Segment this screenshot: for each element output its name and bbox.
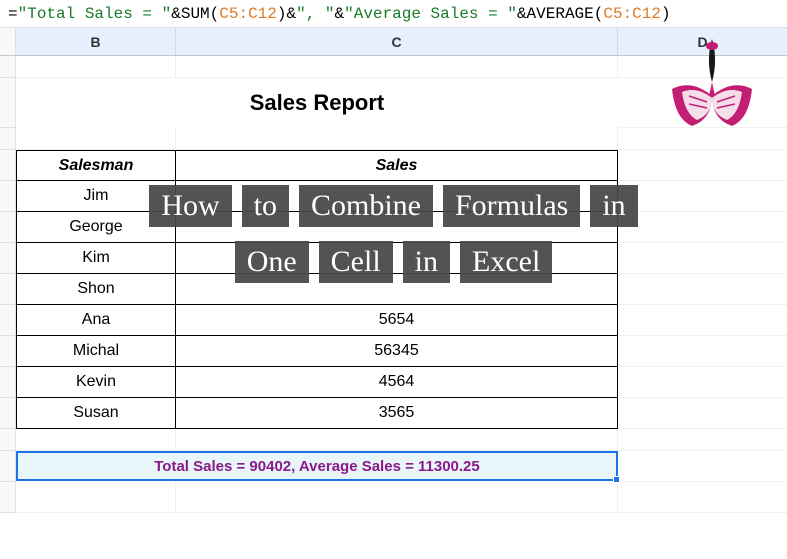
- formula-close2: ): [661, 5, 671, 23]
- formula-range1: C5:C12: [219, 5, 277, 23]
- sales-cell[interactable]: 5654: [176, 305, 618, 336]
- row-gutter: [0, 305, 16, 336]
- salesman-cell[interactable]: Kevin: [16, 367, 176, 398]
- formula-str2: ", ": [296, 5, 334, 23]
- row-gutter: [0, 274, 16, 305]
- cell[interactable]: [618, 150, 787, 181]
- salesman-cell[interactable]: Ana: [16, 305, 176, 336]
- row-gutter: [0, 336, 16, 367]
- cell[interactable]: [618, 305, 787, 336]
- sales-cell[interactable]: 3565: [176, 398, 618, 429]
- cell[interactable]: [618, 274, 787, 305]
- sales-cell[interactable]: [176, 243, 618, 274]
- formula-func-sum: SUM: [181, 5, 210, 23]
- row-gutter: [0, 181, 16, 212]
- row-gutter: [0, 56, 16, 78]
- cell[interactable]: [618, 429, 787, 451]
- salesman-cell[interactable]: Jim: [16, 181, 176, 212]
- formula-amp4: &: [517, 5, 527, 23]
- row-gutter: [0, 482, 16, 513]
- formula-bar[interactable]: = "Total Sales = " & SUM ( C5:C12 ) & ",…: [0, 0, 787, 28]
- fill-handle-icon[interactable]: [613, 476, 620, 483]
- col-gutter: [0, 28, 16, 55]
- table-header-sales[interactable]: Sales: [176, 150, 618, 181]
- sales-cell[interactable]: [176, 181, 618, 212]
- cell[interactable]: [16, 429, 176, 451]
- formula-open1: (: [210, 5, 220, 23]
- cell[interactable]: [618, 482, 787, 513]
- formula-amp1: &: [171, 5, 181, 23]
- cell[interactable]: [16, 56, 176, 78]
- row-gutter: [0, 451, 16, 482]
- salesman-cell[interactable]: Kim: [16, 243, 176, 274]
- cell[interactable]: [16, 482, 176, 513]
- row-gutter: [0, 78, 16, 128]
- formula-close1: ): [277, 5, 287, 23]
- sales-cell[interactable]: 4564: [176, 367, 618, 398]
- sales-cell[interactable]: [176, 274, 618, 305]
- col-header-b[interactable]: B: [16, 28, 176, 55]
- formula-str1: "Total Sales = ": [18, 5, 172, 23]
- logo-icon: [657, 34, 767, 134]
- cell[interactable]: [618, 181, 787, 212]
- cell[interactable]: [176, 128, 618, 150]
- cell[interactable]: [176, 56, 618, 78]
- salesman-cell[interactable]: Michal: [16, 336, 176, 367]
- sales-cell[interactable]: [176, 212, 618, 243]
- formula-amp2: &: [286, 5, 296, 23]
- formula-func-average: AVERAGE: [527, 5, 594, 23]
- row-gutter: [0, 212, 16, 243]
- cell[interactable]: [16, 128, 176, 150]
- cell[interactable]: [176, 429, 618, 451]
- formula-amp3: &: [335, 5, 345, 23]
- cell[interactable]: [618, 212, 787, 243]
- cell[interactable]: [176, 482, 618, 513]
- row-gutter: [0, 367, 16, 398]
- row-gutter: [0, 150, 16, 181]
- cell[interactable]: [618, 336, 787, 367]
- cell[interactable]: [618, 367, 787, 398]
- result-text: Total Sales = 90402, Average Sales = 113…: [154, 458, 480, 475]
- salesman-cell[interactable]: George: [16, 212, 176, 243]
- table-header-salesman[interactable]: Salesman: [16, 150, 176, 181]
- cell[interactable]: [618, 451, 787, 482]
- result-cell[interactable]: Total Sales = 90402, Average Sales = 113…: [16, 451, 618, 481]
- row-gutter: [0, 429, 16, 451]
- sales-cell[interactable]: 56345: [176, 336, 618, 367]
- row-gutter: [0, 398, 16, 429]
- row-gutter: [0, 243, 16, 274]
- formula-range2: C5:C12: [603, 5, 661, 23]
- formula-eq: =: [8, 5, 18, 23]
- report-title[interactable]: Sales Report: [16, 78, 618, 128]
- salesman-cell[interactable]: Susan: [16, 398, 176, 429]
- salesman-cell[interactable]: Shon: [16, 274, 176, 305]
- formula-open2: (: [594, 5, 604, 23]
- cell[interactable]: [618, 398, 787, 429]
- formula-str3: "Average Sales = ": [344, 5, 517, 23]
- row-gutter: [0, 128, 16, 150]
- cell[interactable]: [618, 243, 787, 274]
- col-header-c[interactable]: C: [176, 28, 618, 55]
